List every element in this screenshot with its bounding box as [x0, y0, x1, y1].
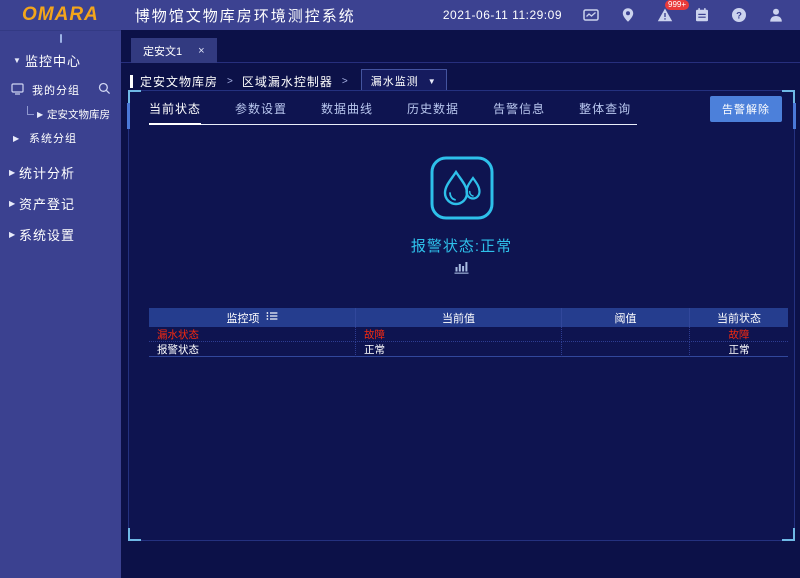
datetime-display: 2021-06-11 11:29:09	[443, 8, 562, 22]
header-right: 2021-06-11 11:29:09 999+	[443, 7, 784, 23]
screen-icon[interactable]	[583, 7, 599, 23]
caret-right-icon: ▶	[9, 199, 19, 208]
tab-overall-query[interactable]: 整体查询	[579, 100, 631, 117]
sidebar-item-label: 系统分组	[29, 130, 77, 146]
app-title: 博物馆文物库房环境测控系统	[135, 5, 356, 26]
sidebar-handle[interactable]	[60, 34, 62, 43]
close-icon[interactable]: ×	[198, 45, 204, 57]
breadcrumb-separator: >	[342, 76, 348, 87]
monitor-table: 监控项 当前值 阈值 当前状态 漏水状态	[149, 308, 788, 357]
caret-down-icon: ▼	[13, 56, 23, 65]
panel-tabs-row: 当前状态 参数设置 数据曲线 历史数据 告警信息 整体查询 告警解除	[129, 91, 794, 125]
table-header-current-state: 当前状态	[690, 308, 788, 327]
sidebar-item-dingan-storage[interactable]: ▶ 定安文物库房	[0, 105, 121, 123]
table-header-monitor-item[interactable]: 监控项	[149, 308, 356, 327]
alarm-count-badge: 999+	[665, 0, 689, 10]
tab-alarm-info[interactable]: 告警信息	[493, 100, 545, 117]
sidebar-item-label: 资产登记	[19, 194, 75, 213]
table-header-current-value: 当前值	[356, 308, 562, 327]
cell-monitor-item: 漏水状态	[149, 327, 356, 342]
cell-threshold	[562, 342, 690, 357]
cell-monitor-item: 报警状态	[149, 342, 356, 357]
mini-chart-icon[interactable]	[129, 261, 794, 279]
location-icon[interactable]	[620, 7, 636, 23]
sidebar-item-label: 监控中心	[25, 51, 81, 70]
cell-threshold	[562, 327, 690, 342]
cell-current-state: 故障	[690, 327, 788, 342]
breadcrumb-item-storage[interactable]: 定安文物库房	[140, 73, 218, 90]
caret-right-icon: ▶	[37, 110, 47, 119]
tab-current-status[interactable]: 当前状态	[149, 100, 201, 117]
caret-down-icon: ▼	[428, 77, 437, 86]
alarm-bell-icon[interactable]: 999+	[657, 7, 673, 23]
tab-data-curve[interactable]: 数据曲线	[321, 100, 373, 117]
cell-current-value: 故障	[356, 327, 562, 342]
list-icon[interactable]	[266, 311, 278, 324]
top-header: OMARA 博物馆文物库房环境测控系统 2021-06-11 11:29:09	[0, 0, 800, 30]
main-area: 定安文1 × 定安文物库房 > 区域漏水控制器 > 漏水监测 ▼	[121, 30, 800, 578]
breadcrumb-accent-bar	[130, 75, 133, 88]
cell-current-value: 正常	[356, 342, 562, 357]
caret-right-icon: ▶	[9, 230, 19, 239]
table-row-alarm-status[interactable]: 报警状态 正常 正常	[149, 342, 788, 357]
alarm-clear-button[interactable]: 告警解除	[710, 96, 782, 122]
sidebar-nav: ▼ 监控中心 我的分组 ▶ 定安文物库房	[0, 30, 121, 578]
tab-dingan[interactable]: 定安文1 ×	[131, 38, 217, 63]
corner-accent	[128, 528, 141, 541]
user-icon[interactable]	[768, 7, 784, 23]
tab-parameter-settings[interactable]: 参数设置	[235, 100, 287, 117]
sidebar-item-my-groups[interactable]: 我的分组	[0, 80, 121, 100]
table-header-threshold: 阈值	[562, 308, 690, 327]
sidebar-item-label: 系统设置	[19, 225, 75, 244]
breadcrumb-item-controller[interactable]: 区域漏水控制器	[242, 73, 333, 90]
tab-history-data[interactable]: 历史数据	[407, 100, 459, 117]
tree-branch-icon	[27, 106, 34, 115]
open-tabs-bar: 定安文1 ×	[121, 30, 800, 63]
tab-label: 定安文1	[143, 43, 182, 59]
caret-right-icon: ▶	[13, 134, 23, 143]
water-drop-icon	[129, 155, 794, 226]
corner-accent	[782, 528, 795, 541]
breadcrumb-separator: >	[227, 76, 233, 87]
help-icon[interactable]: ?	[731, 7, 747, 23]
calendar-icon[interactable]	[694, 7, 710, 23]
search-icon[interactable]	[98, 82, 111, 98]
device-status-block: 报警状态:正常	[129, 155, 794, 279]
status-panel: 当前状态 参数设置 数据曲线 历史数据 告警信息 整体查询 告警解除	[128, 90, 795, 541]
svg-text:?: ?	[736, 10, 742, 21]
app-window: OMARA 博物馆文物库房环境测控系统 2021-06-11 11:29:09	[0, 0, 800, 578]
table-header-row: 监控项 当前值 阈值 当前状态	[149, 308, 788, 327]
dropdown-value: 漏水监测	[371, 73, 419, 89]
sidebar-item-label: 定安文物库房	[47, 107, 110, 122]
cell-current-state: 正常	[690, 342, 788, 357]
sidebar-item-system-groups[interactable]: ▶ 系统分组	[0, 128, 121, 148]
alarm-status-text: 报警状态:正常	[129, 235, 794, 256]
brand-logo: OMARA	[22, 4, 99, 26]
caret-right-icon: ▶	[9, 168, 19, 177]
sidebar-item-statistics[interactable]: ▶ 统计分析	[0, 161, 121, 183]
table-row-leak-status[interactable]: 漏水状态 故障 故障	[149, 327, 788, 342]
sidebar-item-label: 统计分析	[19, 163, 75, 182]
sidebar-item-asset-register[interactable]: ▶ 资产登记	[0, 192, 121, 214]
sidebar-item-system-settings[interactable]: ▶ 系统设置	[0, 223, 121, 245]
sidebar-item-monitor-center[interactable]: ▼ 监控中心	[0, 49, 121, 71]
group-icon	[11, 82, 24, 98]
sidebar-item-label: 我的分组	[32, 82, 80, 98]
